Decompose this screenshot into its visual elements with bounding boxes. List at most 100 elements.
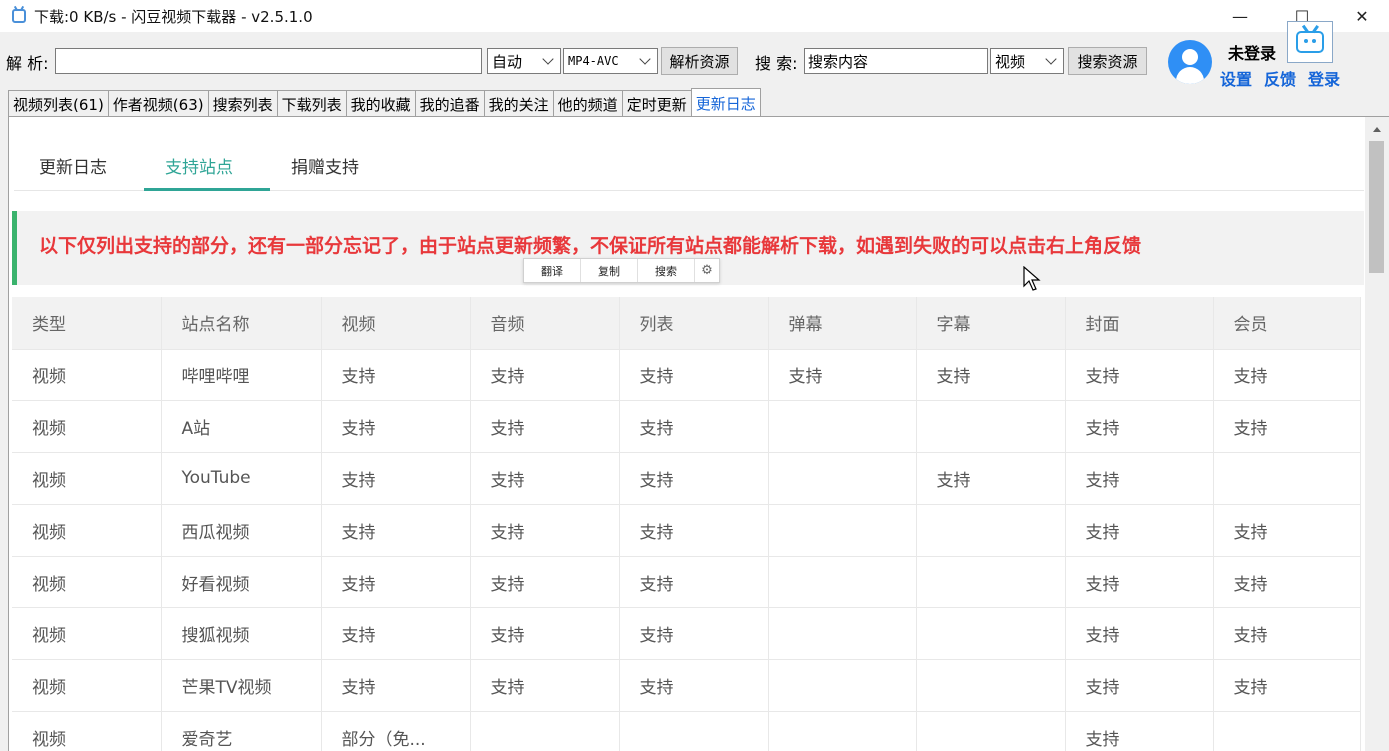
subtab-changelog[interactable]: 更新日志: [39, 153, 107, 178]
tab-search-list[interactable]: 搜索列表: [207, 90, 278, 117]
content-panel: 更新日志 支持站点 捐赠支持 以下仅列出支持的部分，还有一部分忘记了，由于站点更…: [8, 116, 1389, 751]
table-cell: 支持: [470, 400, 620, 453]
table-cell: 支持: [470, 659, 620, 712]
table-cell: 支持: [916, 348, 1066, 401]
settings-link[interactable]: 设置: [1220, 66, 1252, 90]
table-cell: 视频: [12, 607, 162, 660]
table-row: 视频 搜狐视频 支持 支持 支持 支持 支持: [12, 607, 1361, 660]
main-tabs: 视频列表(61) 作者视频(63) 搜索列表 下载列表 我的收藏 我的追番 我的…: [8, 88, 761, 117]
close-button[interactable]: ✕: [1331, 0, 1389, 32]
table-row: 视频 YouTube 支持 支持 支持 支持 支持: [12, 452, 1361, 505]
subtab-supported-sites[interactable]: 支持站点: [165, 153, 233, 178]
tab-his-channel[interactable]: 他的频道: [552, 90, 623, 117]
table-cell: 视频: [12, 711, 162, 751]
search-input[interactable]: 搜索内容: [804, 48, 988, 74]
table-cell: 支持: [1065, 452, 1214, 505]
table-cell: 芒果TV视频: [161, 659, 322, 712]
table-cell: 支持: [1213, 607, 1361, 660]
tab-author-videos[interactable]: 作者视频(63): [107, 90, 209, 117]
feedback-link[interactable]: 反馈: [1264, 66, 1296, 90]
search-resource-button[interactable]: 搜索资源: [1068, 47, 1147, 75]
table-cell: 支持: [619, 607, 769, 660]
table-cell: 支持: [470, 348, 620, 401]
table-cell: 支持: [1065, 503, 1214, 557]
table-cell: [916, 711, 1066, 751]
table-cell: 支持: [1065, 711, 1214, 751]
selection-popup: 翻译 复制 搜索 ⚙: [523, 258, 720, 283]
table-cell: [916, 400, 1066, 453]
table-cell: [470, 711, 620, 751]
table-cell: A站: [161, 400, 322, 453]
table-cell: [768, 659, 917, 712]
col-header: 弹幕: [768, 297, 917, 349]
user-avatar-icon[interactable]: [1168, 40, 1212, 84]
table-cell: [619, 711, 769, 751]
table-cell: 视频: [12, 503, 162, 557]
tab-following[interactable]: 我的关注: [483, 90, 554, 117]
supported-sites-table: 类型 站点名称 视频 音频 列表 弹幕 字幕 封面 会员 视频 哔哩哔哩 支持 支持支…: [12, 297, 1361, 751]
table-cell: 部分（免...: [321, 711, 471, 751]
tab-video-list[interactable]: 视频列表(61): [8, 90, 109, 117]
table-cell: 哔哩哔哩: [161, 348, 322, 401]
table-cell: 支持: [619, 400, 769, 453]
table-cell: 支持: [321, 400, 471, 453]
tab-scheduled-update[interactable]: 定时更新: [621, 90, 692, 117]
tv-badge-icon[interactable]: [1287, 21, 1333, 63]
parse-label: 解 析:: [6, 54, 49, 73]
subtab-donate[interactable]: 捐赠支持: [291, 153, 359, 178]
format-select[interactable]: MP4-AVC: [563, 48, 658, 74]
table-cell: 爱奇艺: [161, 711, 322, 751]
tab-changelog[interactable]: 更新日志: [690, 88, 761, 117]
table-cell: [768, 711, 917, 751]
col-header: 站点名称: [161, 297, 322, 349]
table-cell: 支持: [619, 659, 769, 712]
search-type-select[interactable]: 视频: [990, 48, 1064, 74]
table-cell: 视频: [12, 348, 162, 401]
parse-mode-select[interactable]: 自动: [487, 48, 561, 74]
table-cell: 支持: [321, 607, 471, 660]
notice-text: 以下仅列出支持的部分，还有一部分忘记了，由于站点更新频繁，不保证所有站点都能解析…: [39, 235, 1142, 257]
gear-icon[interactable]: ⚙: [695, 259, 719, 282]
table-cell: 好看视频: [161, 555, 322, 608]
table-cell: [768, 607, 917, 660]
parse-mode-value: 自动: [492, 52, 523, 71]
col-header: 视频: [321, 297, 471, 349]
table-cell: 支持: [470, 555, 620, 608]
tab-following-anime[interactable]: 我的追番: [414, 90, 485, 117]
user-links: 设置 反馈 登录: [1220, 66, 1340, 90]
table-cell: 支持: [1213, 555, 1361, 608]
tab-download-list[interactable]: 下载列表: [276, 90, 347, 117]
tab-favorites[interactable]: 我的收藏: [345, 90, 416, 117]
scroll-up-icon[interactable]: [1373, 127, 1381, 132]
table-cell: 支持: [1065, 555, 1214, 608]
minimize-button[interactable]: —: [1209, 0, 1271, 32]
vertical-scrollbar[interactable]: [1365, 117, 1389, 751]
parse-resource-button[interactable]: 解析资源: [661, 47, 738, 75]
col-header: 列表: [619, 297, 769, 349]
table-cell: 西瓜视频: [161, 503, 322, 557]
col-header: 类型: [12, 297, 162, 349]
search-popup-button[interactable]: 搜索: [638, 259, 695, 282]
sub-tabs: 更新日志 支持站点 捐赠支持: [14, 141, 1364, 191]
format-value: MP4-AVC: [568, 54, 619, 68]
window-title: 下载:0 KB/s - 闪豆视频下载器 - v2.5.1.0: [34, 7, 313, 26]
table-row: 视频 A站 支持 支持 支持 支持 支持: [12, 400, 1361, 453]
translate-button[interactable]: 翻译: [524, 259, 581, 282]
table-cell: 支持: [1065, 659, 1214, 712]
login-link[interactable]: 登录: [1308, 66, 1340, 90]
copy-button[interactable]: 复制: [581, 259, 638, 282]
table-cell: 视频: [12, 400, 162, 453]
table-row: 视频 芒果TV视频 支持 支持 支持 支持 支持: [12, 659, 1361, 712]
chevron-down-icon: [542, 52, 554, 65]
table-cell: 支持: [470, 503, 620, 557]
table-cell: 支持: [768, 348, 917, 401]
scroll-thumb[interactable]: [1369, 141, 1384, 273]
chevron-down-icon: [639, 52, 651, 65]
col-header: 封面: [1065, 297, 1214, 349]
table-cell: 支持: [1065, 348, 1214, 401]
parse-url-input[interactable]: [55, 48, 482, 74]
col-header: 音频: [470, 297, 620, 349]
search-label: 搜 索:: [755, 54, 798, 73]
login-status: 未登录: [1228, 44, 1277, 63]
table-cell: [768, 452, 917, 505]
